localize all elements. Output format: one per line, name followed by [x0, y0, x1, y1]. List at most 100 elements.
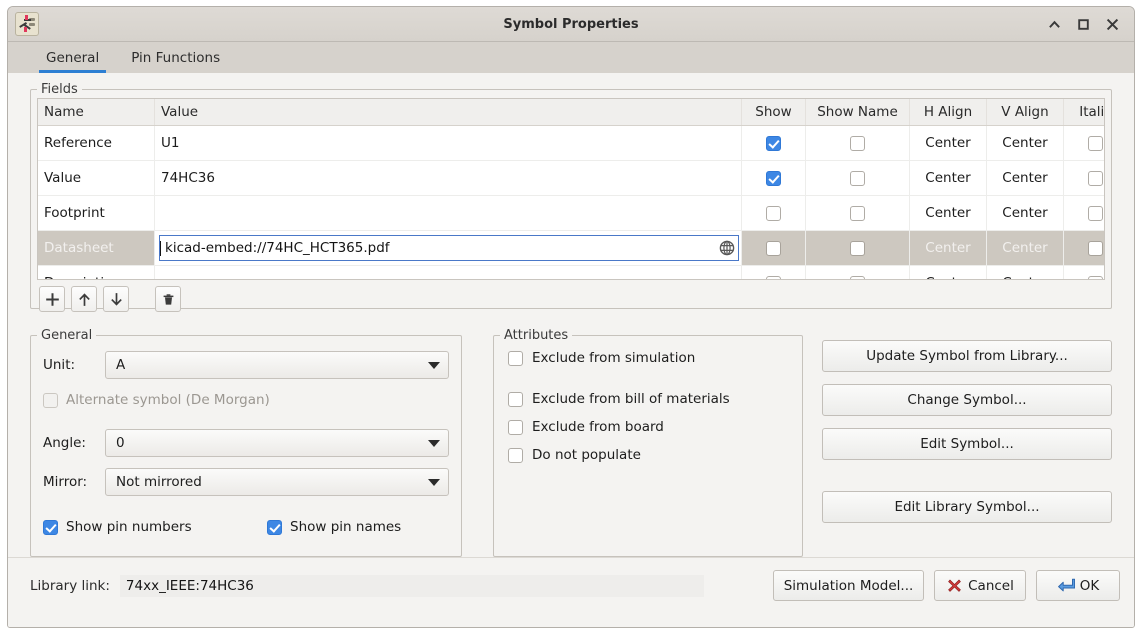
cell-show[interactable]	[742, 161, 806, 196]
cell-h-align[interactable]: Center	[910, 161, 987, 196]
move-field-up-button[interactable]	[71, 286, 97, 312]
exclude-from-simulation-row[interactable]: Exclude from simulation	[508, 350, 802, 366]
show-pin-numbers-checkbox[interactable]	[43, 520, 58, 535]
cell-field-value[interactable]	[155, 266, 742, 281]
cell-show-name[interactable]	[806, 266, 910, 281]
cell-italic[interactable]	[1064, 266, 1106, 281]
show-checkbox[interactable]	[766, 241, 781, 256]
change-symbol-button[interactable]: Change Symbol...	[822, 384, 1112, 416]
show-checkbox[interactable]	[766, 136, 781, 151]
column-header-show[interactable]: Show	[742, 99, 806, 126]
cell-field-name[interactable]: Datasheet	[38, 231, 155, 266]
cell-italic[interactable]	[1064, 126, 1106, 161]
fields-table-container[interactable]: Name Value Show Show Name H Align V Alig…	[37, 98, 1105, 280]
cell-show-name[interactable]	[806, 196, 910, 231]
unit-select[interactable]: A	[105, 351, 449, 379]
show-pin-numbers-row[interactable]: Show pin numbers	[43, 519, 255, 535]
cell-field-name[interactable]: Reference	[38, 126, 155, 161]
cell-show[interactable]	[742, 196, 806, 231]
show-checkbox[interactable]	[766, 206, 781, 221]
italic-checkbox[interactable]	[1088, 136, 1103, 151]
edit-symbol-button[interactable]: Edit Symbol...	[822, 428, 1112, 460]
add-field-button[interactable]	[39, 286, 65, 312]
datasheet-value-input[interactable]: kicad-embed://74HC_HCT365.pdf	[159, 235, 739, 261]
angle-select[interactable]: 0	[105, 429, 449, 457]
cell-field-value[interactable]: U1	[155, 126, 742, 161]
tab-pin-functions[interactable]: Pin Functions	[115, 46, 236, 73]
column-header-h-align[interactable]: H Align	[910, 99, 987, 126]
show-pin-names-row[interactable]: Show pin names	[267, 519, 401, 535]
edit-library-symbol-button[interactable]: Edit Library Symbol...	[822, 491, 1112, 523]
do-not-populate-checkbox[interactable]	[508, 448, 523, 463]
cell-show-name[interactable]	[806, 231, 910, 266]
column-header-name[interactable]: Name	[38, 99, 155, 126]
italic-checkbox[interactable]	[1088, 241, 1103, 256]
cell-field-value[interactable]	[155, 196, 742, 231]
cell-show-name[interactable]	[806, 161, 910, 196]
cancel-button[interactable]: Cancel	[934, 570, 1026, 601]
column-header-show-name[interactable]: Show Name	[806, 99, 910, 126]
cell-show[interactable]	[742, 266, 806, 281]
close-icon[interactable]	[1105, 17, 1120, 32]
do-not-populate-row[interactable]: Do not populate	[508, 447, 802, 463]
cell-field-value[interactable]: 74HC36	[155, 161, 742, 196]
tab-general[interactable]: General	[30, 46, 115, 73]
update-symbol-from-library-button[interactable]: Update Symbol from Library...	[822, 340, 1112, 372]
show-pin-names-checkbox[interactable]	[267, 520, 282, 535]
column-header-v-align[interactable]: V Align	[987, 99, 1064, 126]
table-row[interactable]: Value 74HC36 Center Center	[38, 161, 1105, 196]
show-name-checkbox[interactable]	[850, 136, 865, 151]
cell-show-name[interactable]	[806, 126, 910, 161]
show-name-checkbox[interactable]	[850, 171, 865, 186]
fields-group: Fields Name Value Show Show Name H Align…	[30, 89, 1112, 309]
globe-icon[interactable]	[718, 239, 736, 257]
cell-v-align[interactable]: Center	[987, 161, 1064, 196]
exclude-from-board-row[interactable]: Exclude from board	[508, 419, 802, 435]
cell-show[interactable]	[742, 126, 806, 161]
exclude-from-simulation-checkbox[interactable]	[508, 351, 523, 366]
column-header-italic[interactable]: Italic	[1064, 99, 1106, 126]
cell-italic[interactable]	[1064, 161, 1106, 196]
table-row[interactable]: Datasheet kicad-embed://74HC_HCT365.pdf	[38, 231, 1105, 266]
italic-checkbox[interactable]	[1088, 171, 1103, 186]
table-row[interactable]: Reference U1 Center Center	[38, 126, 1105, 161]
mirror-select[interactable]: Not mirrored	[105, 468, 449, 496]
cell-h-align[interactable]: Center	[910, 196, 987, 231]
show-pin-numbers-label: Show pin numbers	[66, 519, 192, 535]
table-row[interactable]: Description Center Center	[38, 266, 1105, 281]
move-field-down-button[interactable]	[103, 286, 129, 312]
cell-h-align[interactable]: Center	[910, 231, 987, 266]
exclude-from-bom-row[interactable]: Exclude from bill of materials	[508, 391, 802, 407]
ok-button[interactable]: OK	[1036, 570, 1120, 601]
simulation-model-button[interactable]: Simulation Model...	[773, 570, 924, 601]
show-name-checkbox[interactable]	[850, 276, 865, 281]
show-checkbox[interactable]	[766, 276, 781, 281]
cell-field-name[interactable]: Footprint	[38, 196, 155, 231]
show-name-checkbox[interactable]	[850, 241, 865, 256]
cell-field-name[interactable]: Value	[38, 161, 155, 196]
maximize-icon[interactable]	[1076, 17, 1091, 32]
table-row[interactable]: Footprint Center Center	[38, 196, 1105, 231]
column-header-value[interactable]: Value	[155, 99, 742, 126]
cell-h-align[interactable]: Center	[910, 266, 987, 281]
cell-h-align[interactable]: Center	[910, 126, 987, 161]
italic-checkbox[interactable]	[1088, 206, 1103, 221]
cell-v-align[interactable]: Center	[987, 266, 1064, 281]
delete-field-button[interactable]	[155, 286, 181, 312]
cell-field-value-editor[interactable]: kicad-embed://74HC_HCT365.pdf	[155, 231, 742, 266]
fields-table: Name Value Show Show Name H Align V Alig…	[38, 99, 1105, 280]
cell-italic[interactable]	[1064, 196, 1106, 231]
kicad-eeschema-icon	[15, 12, 39, 36]
cell-field-name[interactable]: Description	[38, 266, 155, 281]
italic-checkbox[interactable]	[1088, 276, 1103, 281]
minimize-icon[interactable]	[1047, 17, 1062, 32]
cell-v-align[interactable]: Center	[987, 126, 1064, 161]
show-name-checkbox[interactable]	[850, 206, 865, 221]
show-checkbox[interactable]	[766, 171, 781, 186]
cell-v-align[interactable]: Center	[987, 196, 1064, 231]
exclude-from-bom-checkbox[interactable]	[508, 392, 523, 407]
cell-v-align[interactable]: Center	[987, 231, 1064, 266]
cell-italic[interactable]	[1064, 231, 1106, 266]
cell-show[interactable]	[742, 231, 806, 266]
exclude-from-board-checkbox[interactable]	[508, 420, 523, 435]
